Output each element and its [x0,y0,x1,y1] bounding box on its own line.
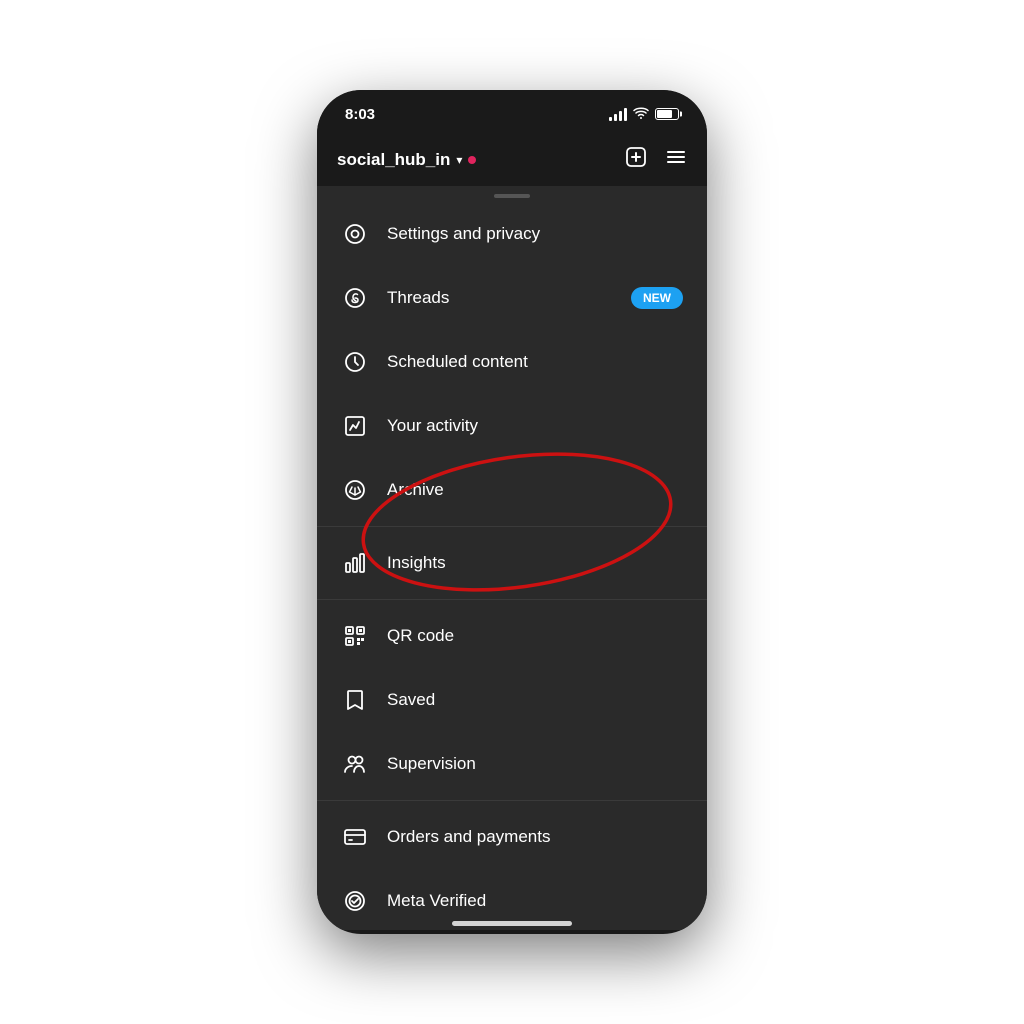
menu-item-supervision[interactable]: Supervision [317,732,707,796]
wifi-icon [633,106,649,123]
menu-item-insights[interactable]: Insights [317,531,707,595]
sheet-handle [317,186,707,202]
threads-icon [341,284,369,312]
bookmark-icon [341,686,369,714]
archive-label: Archive [387,480,683,500]
status-bar: 8:03 [317,90,707,138]
archive-icon [341,476,369,504]
phone-frame: 8:03 social_hub_in [317,90,707,934]
menu-item-qrcode[interactable]: QR code [317,604,707,668]
menu-container: Settings and privacy Threads NEW [317,202,707,930]
settings-icon [341,220,369,248]
menu-item-archive[interactable]: Archive [317,458,707,522]
menu-item-saved[interactable]: Saved [317,668,707,732]
battery-icon [655,108,679,120]
card-icon [341,823,369,851]
menu-item-threads[interactable]: Threads NEW [317,266,707,330]
menu-item-activity[interactable]: Your activity [317,394,707,458]
menu-item-scheduled[interactable]: Scheduled content [317,330,707,394]
notification-dot [468,156,476,164]
menu-item-settings[interactable]: Settings and privacy [317,202,707,266]
signal-icon [609,108,627,121]
saved-label: Saved [387,690,683,710]
supervision-label: Supervision [387,754,683,774]
menu-wrapper: Settings and privacy Threads NEW [317,202,707,930]
qr-icon [341,622,369,650]
qrcode-label: QR code [387,626,683,646]
settings-label: Settings and privacy [387,224,683,244]
dropdown-arrow-icon[interactable]: ▾ [456,153,462,167]
menu-item-orders[interactable]: Orders and payments [317,805,707,869]
insights-icon [341,549,369,577]
status-icons [609,106,679,123]
supervision-icon [341,750,369,778]
header: social_hub_in ▾ [317,138,707,186]
header-left: social_hub_in ▾ [337,150,476,170]
verified-icon [341,887,369,915]
handle-bar [494,194,530,198]
activity-icon [341,412,369,440]
header-right [625,146,687,174]
scheduled-label: Scheduled content [387,352,683,372]
divider-2 [317,599,707,600]
activity-label: Your activity [387,416,683,436]
divider-3 [317,800,707,801]
orders-label: Orders and payments [387,827,683,847]
meta-label: Meta Verified [387,891,683,911]
new-badge: NEW [631,287,683,309]
divider-1 [317,526,707,527]
home-indicator [452,921,572,926]
threads-label: Threads [387,288,631,308]
username: social_hub_in [337,150,450,170]
hamburger-menu-button[interactable] [665,146,687,174]
insights-label: Insights [387,553,683,573]
clock-icon [341,348,369,376]
add-button[interactable] [625,146,647,174]
status-time: 8:03 [345,106,375,123]
